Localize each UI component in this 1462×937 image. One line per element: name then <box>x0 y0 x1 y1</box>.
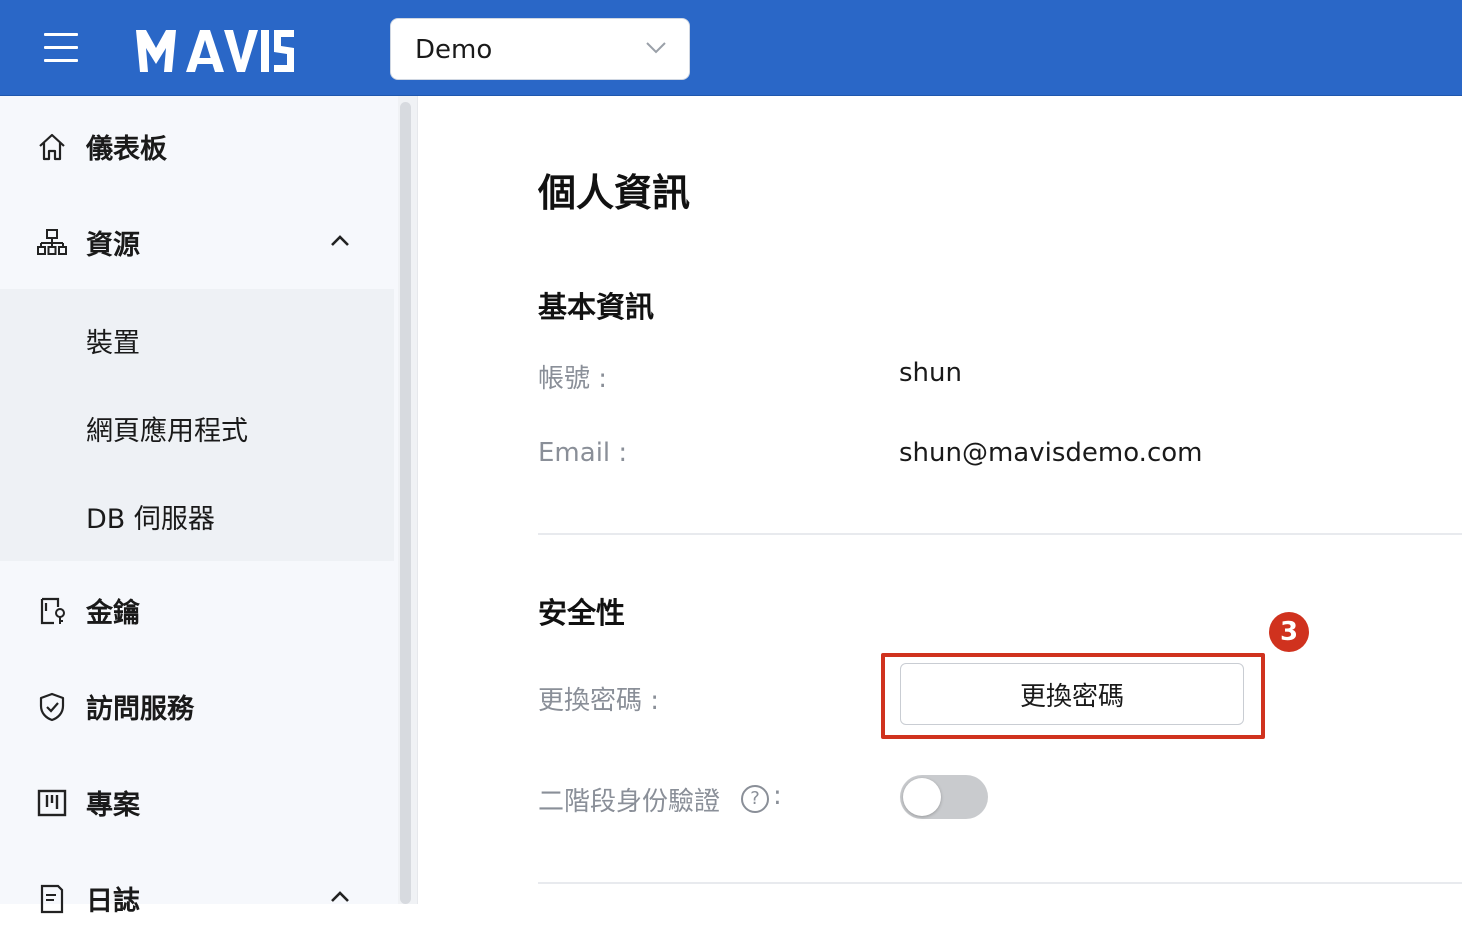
chevron-up-icon[interactable] <box>328 887 352 907</box>
toggle-knob <box>903 778 941 816</box>
help-icon[interactable]: ? <box>741 785 769 813</box>
kanban-icon <box>37 789 67 817</box>
sidebar: 儀表板 資源 裝置 網頁應用程式 DB 伺服器 金鑰 訪問服務 專案 日誌 <box>0 96 398 917</box>
home-icon <box>39 133 65 161</box>
sidebar-item-resources[interactable]: 資源 <box>0 201 394 281</box>
sidebar-item-label: 專案 <box>86 790 140 821</box>
sidebar-subitem-label: 網頁應用程式 <box>86 416 248 447</box>
annotation-step-badge: 3 <box>1269 612 1309 652</box>
sidebar-item-label: 儀表板 <box>86 134 167 165</box>
account-value: shun <box>899 358 962 388</box>
basic-info-heading: 基本資訊 <box>538 290 655 324</box>
chevron-down-icon <box>646 42 666 54</box>
change-password-button[interactable]: 更換密碼 <box>900 663 1244 725</box>
mavis-logo <box>136 30 294 72</box>
sidebar-scrollbar-thumb[interactable] <box>400 102 411 904</box>
two-factor-toggle[interactable] <box>900 775 988 819</box>
sidebar-subitem-label: 裝置 <box>86 328 140 359</box>
sidebar-subitem-devices[interactable]: 裝置 <box>0 297 394 377</box>
sidebar-item-label: 金鑰 <box>86 598 140 629</box>
sidebar-item-logs[interactable]: 日誌 <box>0 857 394 937</box>
two-factor-colon: : <box>773 781 782 811</box>
shield-check-icon <box>39 692 65 722</box>
top-bar: Demo <box>0 0 1462 96</box>
two-factor-label: 二階段身份驗證 <box>538 787 721 817</box>
sidebar-item-dashboard[interactable]: 儀表板 <box>0 105 394 185</box>
sidebar-subitem-db-servers[interactable]: DB 伺服器 <box>0 473 394 553</box>
sidebar-item-label: 資源 <box>86 230 140 261</box>
sidebar-item-label: 日誌 <box>86 886 140 917</box>
key-door-icon <box>40 597 65 625</box>
log-icon <box>40 884 64 914</box>
security-heading: 安全性 <box>538 596 626 630</box>
email-label: Email : <box>538 438 628 468</box>
change-password-label: 更換密碼 : <box>538 686 660 716</box>
main-content: 個人資訊 基本資訊 帳號 : shun Email : shun@mavisde… <box>419 96 1462 904</box>
sitemap-icon <box>37 229 67 255</box>
sidebar-subitem-label: DB 伺服器 <box>86 504 215 535</box>
page-title: 個人資訊 <box>538 171 691 215</box>
sidebar-subitem-web-apps[interactable]: 網頁應用程式 <box>0 385 394 465</box>
section-divider <box>538 882 1462 884</box>
organization-select-value: Demo <box>415 35 493 65</box>
organization-select[interactable]: Demo <box>390 18 690 80</box>
menu-icon[interactable] <box>44 31 80 63</box>
sidebar-item-access-services[interactable]: 訪問服務 <box>0 665 394 745</box>
chevron-up-icon[interactable] <box>328 231 352 251</box>
sidebar-item-keys[interactable]: 金鑰 <box>0 569 394 649</box>
account-label: 帳號 : <box>538 364 608 394</box>
section-divider <box>538 533 1462 535</box>
email-value: shun@mavisdemo.com <box>899 438 1203 468</box>
sidebar-item-label: 訪問服務 <box>86 694 194 725</box>
sidebar-item-projects[interactable]: 專案 <box>0 761 394 841</box>
